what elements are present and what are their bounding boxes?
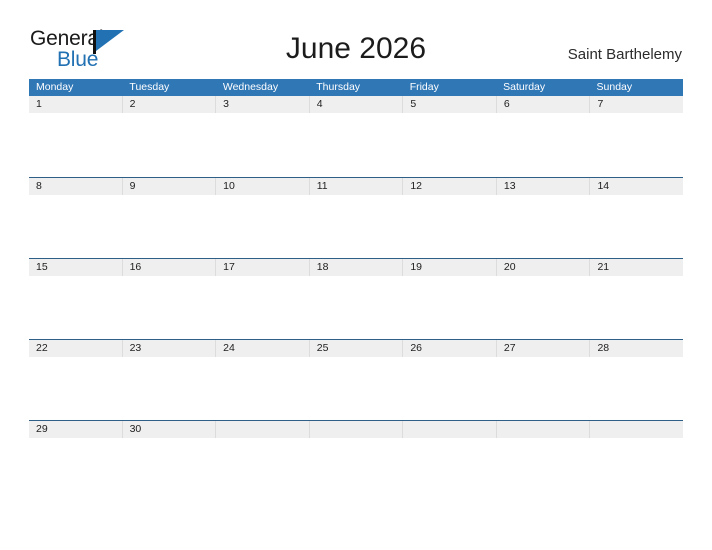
day-cell[interactable]: 28 [589, 340, 683, 357]
day-cell[interactable]: 16 [121, 259, 216, 276]
day-note-area[interactable] [590, 195, 683, 258]
week-body [29, 276, 683, 339]
date-band: 22 23 24 25 26 27 28 [29, 340, 683, 357]
weekday-tuesday: Tuesday [129, 81, 170, 93]
day-note-area[interactable] [122, 276, 215, 339]
day-note-area[interactable] [590, 276, 683, 339]
week-body [29, 195, 683, 258]
day-note-area[interactable] [216, 357, 309, 420]
week-row: 29 30 [29, 420, 683, 501]
weekday-saturday: Saturday [503, 81, 546, 93]
day-cell[interactable]: 4 [308, 96, 403, 113]
day-cell[interactable]: 12 [402, 178, 496, 195]
region-label: Saint Barthelemy [567, 46, 682, 63]
day-note-area[interactable] [496, 195, 589, 258]
date-band: 1 2 3 4 5 6 7 [29, 96, 683, 113]
day-cell[interactable]: 3 [215, 96, 309, 113]
day-note-area[interactable] [216, 276, 309, 339]
day-cell[interactable]: 18 [308, 259, 403, 276]
day-note-area[interactable] [309, 357, 402, 420]
week-row: 15 16 17 18 19 20 21 [29, 258, 683, 339]
day-note-area[interactable] [122, 438, 215, 501]
calendar-grid: Monday Tuesday Wednesday Thursday Friday… [29, 79, 683, 501]
day-note-area [590, 438, 683, 501]
day-note-area[interactable] [496, 276, 589, 339]
day-note-area[interactable] [403, 195, 496, 258]
day-note-area[interactable] [590, 357, 683, 420]
day-cell[interactable]: 10 [215, 178, 309, 195]
day-note-area[interactable] [309, 276, 402, 339]
day-cell[interactable]: 7 [589, 96, 683, 113]
day-cell[interactable]: 24 [215, 340, 309, 357]
day-cell[interactable]: 14 [589, 178, 683, 195]
weekday-thursday: Thursday [316, 81, 361, 93]
week-body [29, 438, 683, 501]
day-cell-empty [402, 421, 496, 438]
day-cell-empty [495, 421, 590, 438]
day-note-area[interactable] [29, 195, 122, 258]
day-cell[interactable]: 23 [121, 340, 216, 357]
day-note-area[interactable] [403, 113, 496, 176]
day-cell[interactable]: 27 [495, 340, 590, 357]
weekday-header-row: Monday Tuesday Wednesday Thursday Friday… [29, 79, 683, 96]
weekday-wednesday: Wednesday [222, 81, 279, 93]
day-cell[interactable]: 30 [121, 421, 216, 438]
page-header: General Blue June 2026 Saint Barthelemy [0, 0, 712, 78]
day-note-area[interactable] [216, 195, 309, 258]
day-note-area [309, 438, 402, 501]
day-cell[interactable]: 20 [495, 259, 590, 276]
week-row: 1 2 3 4 5 6 7 [29, 96, 683, 177]
day-cell[interactable]: 21 [589, 259, 683, 276]
date-band: 8 9 10 11 12 13 14 [29, 178, 683, 195]
day-note-area[interactable] [29, 113, 122, 176]
day-cell[interactable]: 5 [402, 96, 496, 113]
day-cell[interactable]: 22 [29, 340, 122, 357]
weekday-monday: Monday [36, 81, 74, 93]
day-cell[interactable]: 11 [308, 178, 403, 195]
weekday-sunday: Sunday [596, 81, 633, 93]
day-note-area[interactable] [122, 113, 215, 176]
day-note-area[interactable] [122, 357, 215, 420]
day-cell[interactable]: 8 [29, 178, 122, 195]
calendar-page: General Blue June 2026 Saint Barthelemy … [0, 0, 712, 550]
day-note-area[interactable] [590, 113, 683, 176]
week-body [29, 357, 683, 420]
day-cell[interactable]: 15 [29, 259, 122, 276]
day-cell[interactable]: 2 [121, 96, 216, 113]
week-body [29, 113, 683, 176]
day-cell[interactable]: 9 [121, 178, 216, 195]
day-cell[interactable]: 6 [495, 96, 590, 113]
week-row: 8 9 10 11 12 13 14 [29, 177, 683, 258]
day-note-area[interactable] [309, 113, 402, 176]
day-note-area[interactable] [29, 276, 122, 339]
day-cell[interactable]: 26 [402, 340, 496, 357]
day-note-area [496, 438, 589, 501]
day-cell[interactable]: 25 [308, 340, 403, 357]
day-note-area[interactable] [496, 113, 589, 176]
day-cell[interactable]: 1 [29, 96, 122, 113]
day-note-area[interactable] [496, 357, 589, 420]
day-note-area[interactable] [122, 195, 215, 258]
day-cell[interactable]: 17 [215, 259, 309, 276]
day-note-area [403, 438, 496, 501]
date-band: 29 30 [29, 421, 683, 438]
day-cell[interactable]: 19 [402, 259, 496, 276]
day-cell-empty [215, 421, 309, 438]
day-note-area[interactable] [403, 357, 496, 420]
day-note-area[interactable] [216, 113, 309, 176]
day-note-area[interactable] [309, 195, 402, 258]
day-cell-empty [308, 421, 403, 438]
day-note-area[interactable] [29, 438, 122, 501]
weekday-friday: Friday [409, 81, 439, 93]
day-cell[interactable]: 29 [29, 421, 122, 438]
day-note-area [216, 438, 309, 501]
day-cell[interactable]: 13 [495, 178, 590, 195]
day-cell-empty [589, 421, 683, 438]
day-note-area[interactable] [403, 276, 496, 339]
date-band: 15 16 17 18 19 20 21 [29, 259, 683, 276]
day-note-area[interactable] [29, 357, 122, 420]
week-row: 22 23 24 25 26 27 28 [29, 339, 683, 420]
